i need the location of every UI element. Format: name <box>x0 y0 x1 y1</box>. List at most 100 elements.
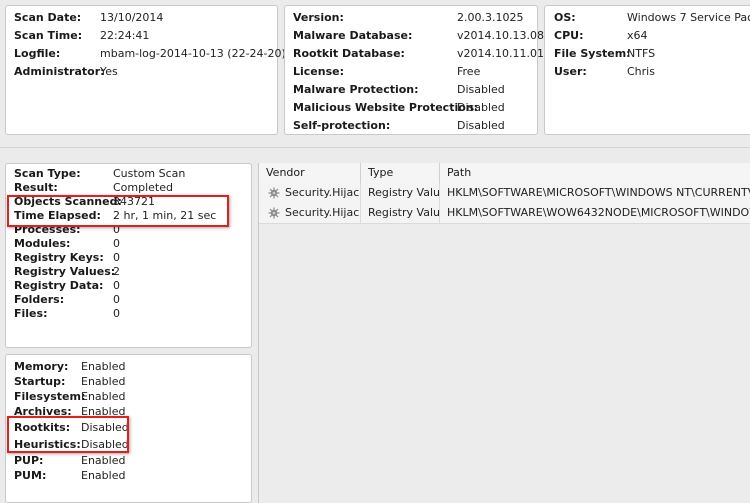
filesystem-row: Filesystem: Enabled <box>6 389 251 404</box>
registry-data-row: Registry Data: 0 <box>6 279 251 293</box>
scan-type-row: Scan Type: Custom Scan <box>6 167 251 181</box>
registry-values-value: 2 <box>113 265 120 278</box>
scan-type-label: Scan Type: <box>14 167 81 180</box>
files-label: Files: <box>14 307 48 320</box>
startup-row: Startup: Enabled <box>6 374 251 389</box>
filesystem-value: Enabled <box>81 390 126 403</box>
self-protection-label: Self-protection: <box>293 119 391 132</box>
os-row: OS: Windows 7 Service Pack 1 <box>545 9 750 27</box>
files-value: 0 <box>113 307 120 320</box>
registry-data-value: 0 <box>113 279 120 292</box>
rootkits-heuristics-highlight-box <box>7 416 129 453</box>
registry-keys-row: Registry Keys: 0 <box>6 251 251 265</box>
registry-data-label: Registry Data: <box>14 279 104 292</box>
version-info-panel: Version: 2.00.3.1025 Malware Database: v… <box>284 5 544 135</box>
pum-label: PUM: <box>14 469 47 482</box>
scan-info-panel: Scan Date: 13/10/2014 Scan Time: 22:24:4… <box>5 5 310 135</box>
malicious-website-protection-value: Disabled <box>457 101 505 114</box>
self-protection-value: Disabled <box>457 119 505 132</box>
logfile-label: Logfile: <box>14 47 61 60</box>
malware-database-row: Malware Database: v2014.10.13.08 <box>285 27 544 45</box>
scan-date-row: Scan Date: 13/10/2014 <box>6 9 277 27</box>
folders-row: Folders: 0 <box>6 293 251 307</box>
path-cell: HKLM\SOFTWARE\WOW6432NODE\MICROSOFT\WIND… <box>447 206 750 219</box>
administrator-value: Yes <box>100 65 118 78</box>
bug-icon <box>268 207 280 219</box>
type-cell: Registry Value <box>361 183 440 203</box>
user-label: User: <box>554 65 587 78</box>
license-row: License: Free <box>285 63 537 81</box>
result-row: Result: Completed <box>6 181 251 195</box>
os-value: Windows 7 Service Pack 1 <box>627 11 750 24</box>
administrator-row: Administrator: Yes <box>6 63 277 81</box>
malware-protection-row: Malware Protection: Disabled <box>285 81 537 99</box>
license-value: Free <box>457 65 481 78</box>
rootkit-database-value: v2014.10.11.01 <box>457 47 544 60</box>
scan-time-value: 22:24:41 <box>100 29 150 42</box>
malware-database-label: Malware Database: <box>293 29 413 42</box>
user-value: Chris <box>627 65 655 78</box>
bug-icon <box>268 187 280 199</box>
path-cell: HKLM\SOFTWARE\MICROSOFT\WINDOWS NT\CURRE… <box>447 186 750 199</box>
modules-row: Modules: 0 <box>6 237 251 251</box>
pum-value: Enabled <box>81 469 126 482</box>
self-protection-row: Self-protection: Disabled <box>285 117 537 135</box>
vendor-text: Security.Hijack <box>285 186 361 199</box>
registry-keys-value: 0 <box>113 251 120 264</box>
vendor-cell: Security.Hijack <box>259 183 361 203</box>
malware-protection-value: Disabled <box>457 83 505 96</box>
pup-label: PUP: <box>14 454 44 467</box>
cpu-row: CPU: x64 <box>545 27 750 45</box>
scan-time-row: Scan Time: 22:24:41 <box>6 27 277 45</box>
startup-label: Startup: <box>14 375 66 388</box>
rootkit-database-row: Rootkit Database: v2014.10.11.01 <box>285 45 544 63</box>
administrator-label: Administrator: <box>14 65 105 78</box>
cpu-label: CPU: <box>554 29 584 42</box>
file-system-value: NTFS <box>627 47 656 60</box>
column-header-vendor[interactable]: Vendor <box>259 163 361 183</box>
table-header: Vendor Type Path <box>259 163 750 184</box>
section-divider <box>0 147 750 148</box>
memory-value: Enabled <box>81 360 126 373</box>
malware-protection-label: Malware Protection: <box>293 83 419 96</box>
scan-date-label: Scan Date: <box>14 11 82 24</box>
table-row[interactable]: Security.Hijack Registry Value HKLM\SOFT… <box>259 203 750 224</box>
startup-value: Enabled <box>81 375 126 388</box>
version-row: Version: 2.00.3.1025 <box>285 9 537 27</box>
vendor-text: Security.Hijack <box>285 206 361 219</box>
malicious-website-protection-label: Malicious Website Protection: <box>293 101 479 114</box>
modules-value: 0 <box>113 237 120 250</box>
malware-database-value: v2014.10.13.08 <box>457 29 544 42</box>
file-system-row: File System: NTFS <box>545 45 750 63</box>
column-header-type[interactable]: Type <box>361 163 440 183</box>
user-row: User: Chris <box>545 63 750 81</box>
column-header-path[interactable]: Path <box>440 163 750 183</box>
version-label: Version: <box>293 11 344 24</box>
registry-values-label: Registry Values: <box>14 265 116 278</box>
memory-row: Memory: Enabled <box>6 359 251 374</box>
registry-values-row: Registry Values: 2 <box>6 265 251 279</box>
results-table: Vendor Type Path Security.Hijack Registr… <box>258 163 750 503</box>
type-cell: Registry Value <box>361 203 440 223</box>
filesystem-label: Filesystem: <box>14 390 86 403</box>
logfile-value: mbam-log-2014-10-13 (22-24-20).xml <box>100 47 310 60</box>
logfile-row: Logfile: mbam-log-2014-10-13 (22-24-20).… <box>6 45 310 63</box>
malicious-website-protection-row: Malicious Website Protection: Disabled <box>285 99 537 117</box>
system-info-panel: OS: Windows 7 Service Pack 1 CPU: x64 Fi… <box>544 5 750 135</box>
scan-type-value: Custom Scan <box>113 167 186 180</box>
cpu-value: x64 <box>627 29 648 42</box>
result-value: Completed <box>113 181 173 194</box>
file-system-label: File System: <box>554 47 631 60</box>
vendor-cell: Security.Hijack <box>259 203 361 223</box>
license-label: License: <box>293 65 344 78</box>
memory-label: Memory: <box>14 360 69 373</box>
modules-label: Modules: <box>14 237 71 250</box>
files-row: Files: 0 <box>6 307 251 321</box>
pup-row: PUP: Enabled <box>6 453 251 468</box>
objects-time-highlight-box <box>7 195 229 227</box>
pum-row: PUM: Enabled <box>6 468 251 483</box>
folders-value: 0 <box>113 293 120 306</box>
pup-value: Enabled <box>81 454 126 467</box>
table-row[interactable]: Security.Hijack Registry Value HKLM\SOFT… <box>259 183 750 204</box>
version-value: 2.00.3.1025 <box>457 11 524 24</box>
